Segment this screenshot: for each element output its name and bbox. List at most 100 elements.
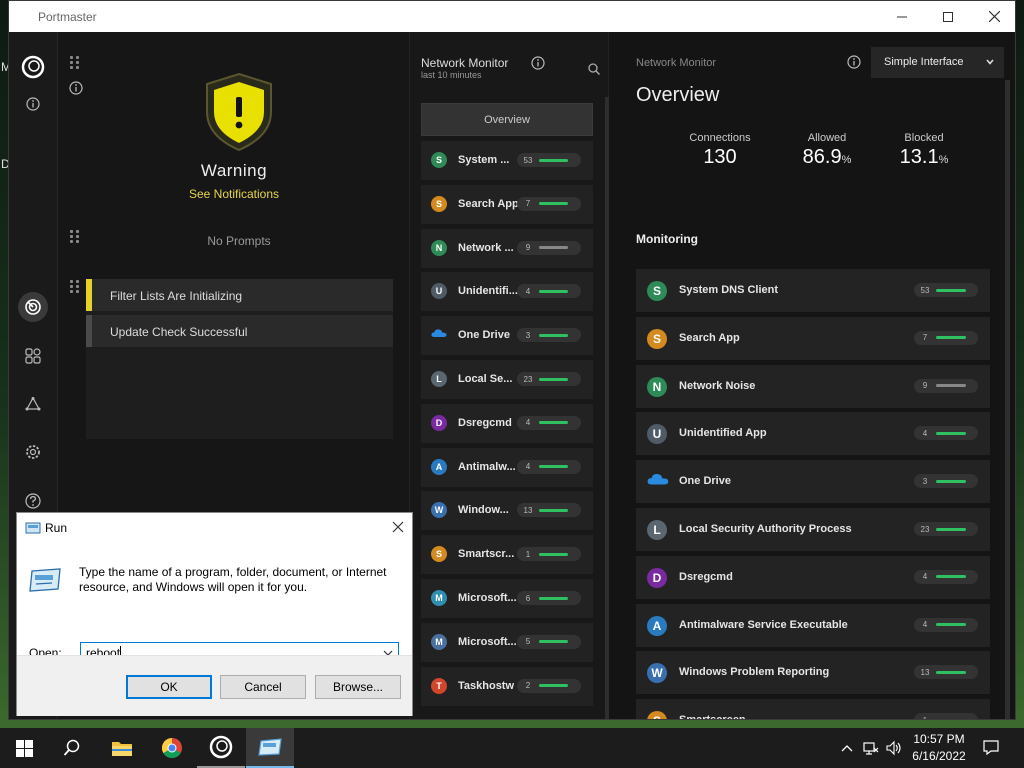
dialog-body: Type the name of a program, folder, docu… — [17, 543, 412, 664]
maximize-button[interactable] — [925, 1, 971, 32]
connection-count-badge: 23 — [914, 522, 978, 536]
interface-mode-dropdown[interactable]: Simple Interface — [871, 47, 1004, 78]
monitoring-list-item[interactable]: S Smartscreen 1 — [636, 699, 990, 719]
maximize-icon — [943, 11, 953, 22]
activity-bar — [936, 479, 966, 483]
monitoring-list-item[interactable]: S Search App 7 — [636, 316, 990, 360]
ok-button[interactable]: OK — [126, 675, 212, 699]
app-name: Unidentified App — [679, 427, 767, 440]
connection-count: 4 — [922, 428, 928, 438]
apps-icon[interactable] — [21, 344, 45, 368]
close-button[interactable] — [392, 517, 404, 541]
monitoring-list-item[interactable]: S System DNS Client 53 — [636, 269, 990, 312]
monitoring-list-item[interactable]: W Windows Problem Reporting 13 — [636, 651, 990, 695]
search-button[interactable] — [48, 728, 96, 768]
run-taskbar-button[interactable] — [246, 728, 294, 768]
connection-count: 4 — [525, 286, 531, 296]
app-list-item[interactable]: S System ... 53 — [421, 141, 593, 180]
connection-count-badge: 2 — [517, 678, 581, 693]
info-icon[interactable] — [847, 55, 861, 69]
notification-center-icon[interactable] — [983, 739, 999, 760]
connection-count: 3 — [922, 476, 928, 486]
title-bar[interactable]: Portmaster — [9, 1, 1015, 32]
chrome-button[interactable] — [148, 728, 196, 768]
run-program-icon — [29, 568, 61, 592]
activity-bar — [936, 431, 966, 435]
app-avatar: L — [431, 371, 447, 387]
connection-count-badge: 7 — [914, 330, 978, 345]
notification-item[interactable]: Update Check Successful — [86, 315, 393, 347]
app-avatar: M — [431, 633, 447, 650]
connection-count: 2 — [525, 681, 531, 691]
network-status-icon[interactable] — [863, 740, 879, 761]
info-icon[interactable] — [21, 92, 45, 116]
app-list-item[interactable]: T Taskhostw 2 — [421, 666, 593, 706]
monitoring-list-item[interactable]: L Local Security Authority Process 23 — [636, 508, 990, 551]
radar-icon[interactable] — [18, 292, 48, 322]
app-avatar: U — [647, 424, 667, 445]
app-list-item[interactable]: M Microsoft... 5 — [421, 622, 593, 662]
monitoring-list-item[interactable]: One Drive 3 — [636, 460, 990, 504]
notification-item[interactable]: Filter Lists Are Initializing — [86, 279, 393, 311]
start-button[interactable] — [0, 728, 48, 768]
drag-handle-icon[interactable] — [70, 56, 80, 70]
close-button[interactable] — [971, 1, 1015, 32]
app-list-item[interactable]: W Window... 13 — [421, 491, 593, 531]
info-icon[interactable] — [531, 56, 545, 70]
monitoring-list-item[interactable]: A Antimalware Service Executable 4 — [636, 603, 990, 647]
app-list-item[interactable]: U Unidentifi... 4 — [421, 272, 593, 312]
app-list-item[interactable]: L Local Se... 23 — [421, 360, 593, 399]
stat-value: 130 — [703, 146, 737, 168]
chrome-icon — [162, 738, 182, 758]
system-clock[interactable]: 10:57 PM 6/16/2022 — [905, 731, 973, 765]
scrollbar[interactable] — [605, 97, 609, 719]
connection-count-badge: 23 — [517, 372, 581, 386]
app-avatar: M — [431, 590, 447, 606]
connection-count: 9 — [922, 381, 928, 391]
overview-button[interactable]: Overview — [421, 103, 593, 136]
app-avatar: D — [647, 567, 667, 588]
connection-count-badge: 4 — [517, 415, 581, 430]
drag-handle-icon[interactable] — [70, 280, 80, 294]
app-name: Microsoft... — [458, 635, 517, 648]
settings-icon[interactable] — [21, 440, 45, 464]
file-explorer-button[interactable] — [98, 728, 146, 768]
app-name: One Drive — [679, 475, 731, 488]
app-avatar: L — [647, 520, 667, 540]
chevron-down-icon — [985, 47, 995, 91]
help-icon[interactable] — [21, 489, 45, 513]
monitoring-list-item[interactable]: U Unidentified App 4 — [636, 412, 990, 456]
app-name: Search App — [679, 331, 740, 344]
notification-text: Update Check Successful — [110, 325, 248, 339]
network-icon[interactable] — [21, 392, 45, 416]
app-list-item[interactable]: S Smartscr... 1 — [421, 535, 593, 575]
scrollbar[interactable] — [1005, 80, 1010, 719]
app-list-item[interactable]: S Search App 7 — [421, 184, 593, 224]
connection-count-badge: 9 — [914, 378, 978, 393]
connection-count: 7 — [525, 199, 531, 209]
portmaster-icon — [209, 735, 233, 759]
stat-number: 13.1 — [899, 146, 939, 168]
minimize-button[interactable] — [879, 1, 925, 32]
app-list-item[interactable]: M Microsoft... 6 — [421, 579, 593, 618]
search-icon[interactable] — [588, 63, 600, 75]
app-name: Network Noise — [679, 379, 756, 392]
onedrive-icon — [431, 327, 447, 343]
app-list-item[interactable]: A Antimalw... 4 — [421, 447, 593, 487]
info-icon[interactable] — [68, 80, 84, 96]
cancel-button[interactable]: Cancel — [220, 675, 306, 699]
monitoring-list-item[interactable]: D Dsregcmd 4 — [636, 555, 990, 599]
app-list-item[interactable]: D Dsregcmd 4 — [421, 403, 593, 443]
monitoring-list-item[interactable]: N Network Noise 9 — [636, 364, 990, 408]
portmaster-taskbar-button[interactable] — [197, 728, 245, 768]
app-list-item[interactable]: One Drive 3 — [421, 316, 593, 356]
app-list-item[interactable]: N Network ... 9 — [421, 228, 593, 268]
chevron-up-icon[interactable] — [841, 740, 853, 761]
portmaster-logo-icon[interactable] — [21, 55, 45, 79]
taskbar: 10:57 PM 6/16/2022 — [0, 728, 1024, 768]
see-notifications-link[interactable]: See Notifications — [58, 187, 410, 201]
connection-count: 53 — [523, 155, 533, 165]
browse-button[interactable]: Browse... — [315, 675, 401, 699]
connection-count-badge: 6 — [517, 591, 581, 605]
volume-icon[interactable] — [886, 740, 902, 761]
